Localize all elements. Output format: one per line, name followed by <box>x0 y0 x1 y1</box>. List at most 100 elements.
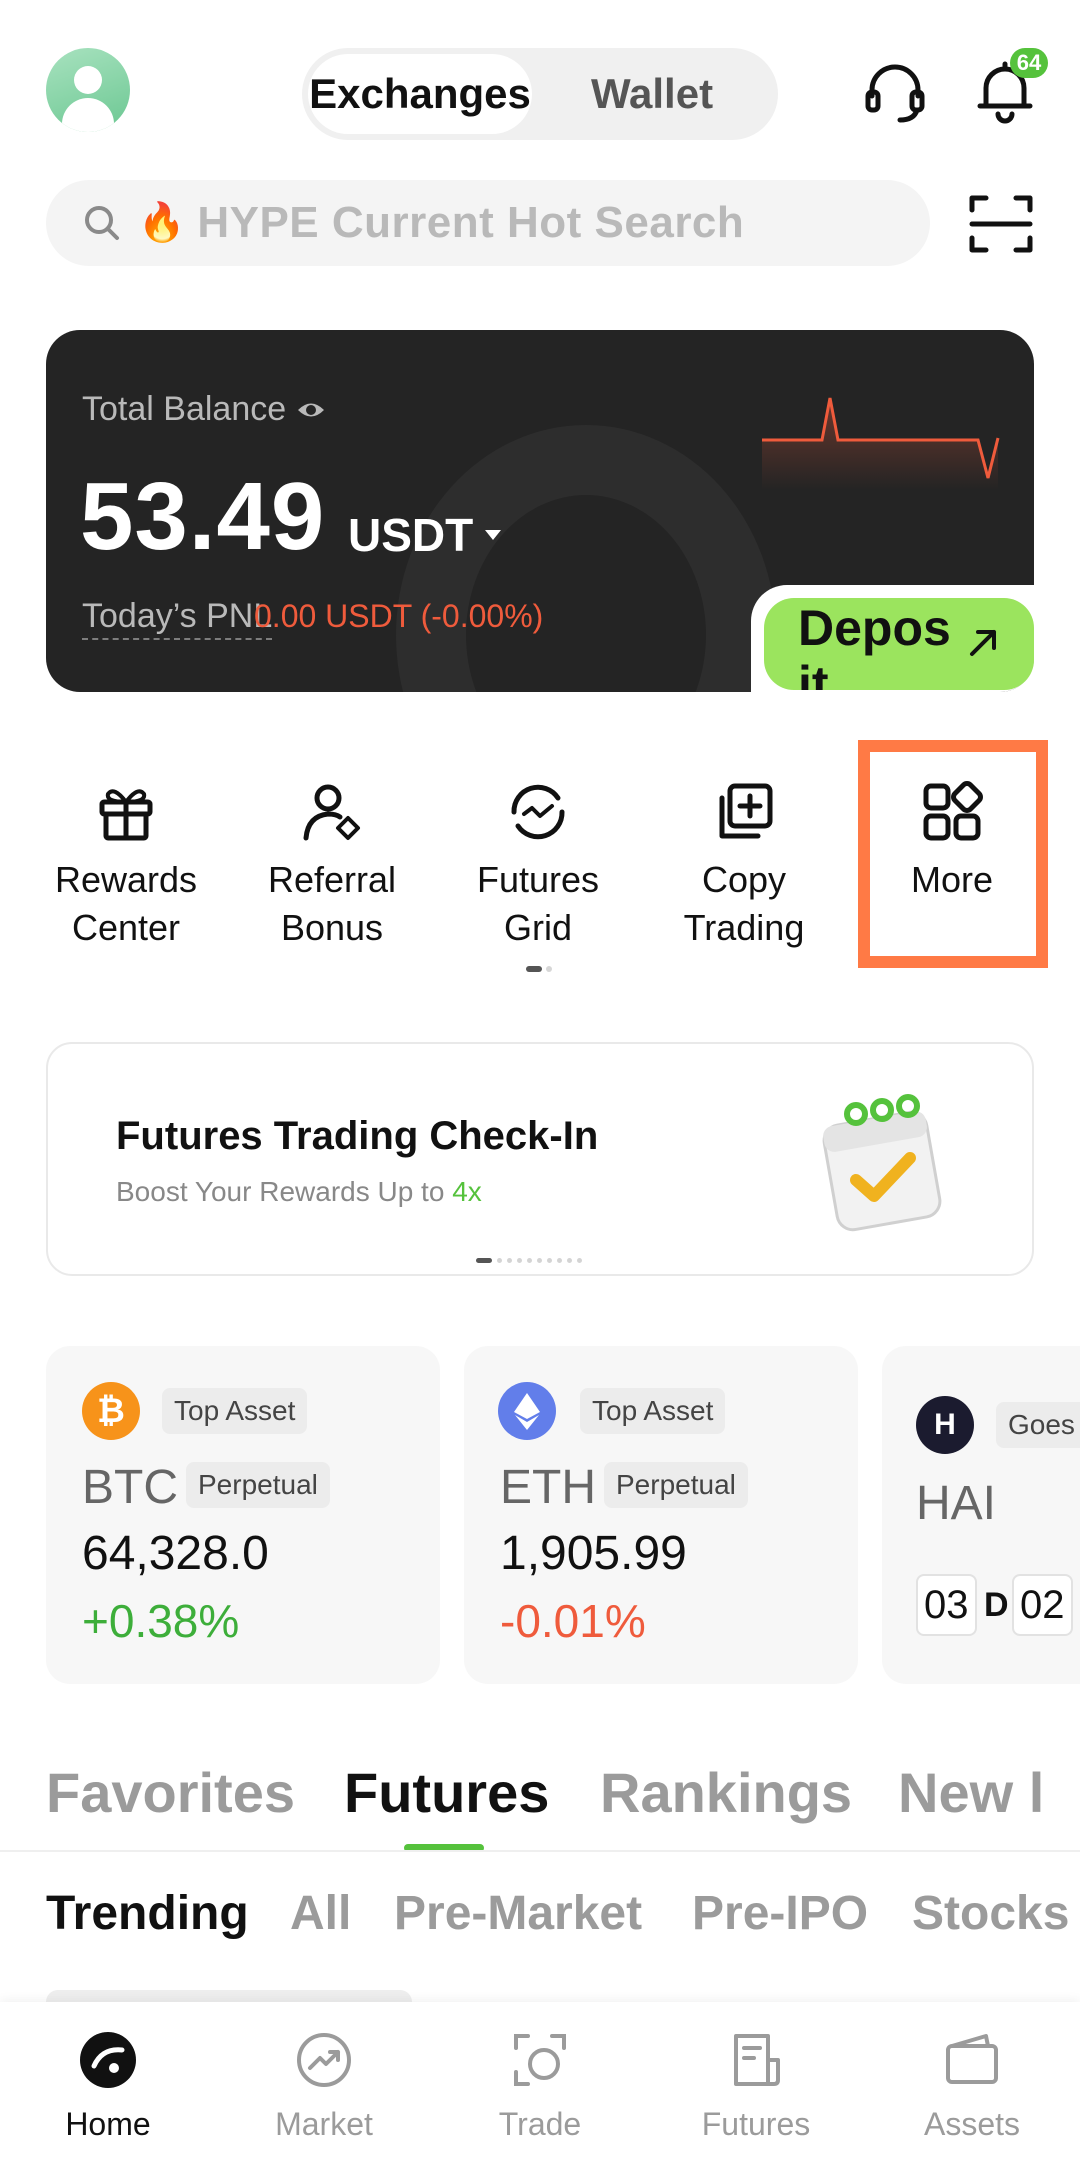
profile-avatar[interactable] <box>46 48 130 132</box>
scan-icon[interactable] <box>968 192 1034 256</box>
banner-dot <box>577 1258 582 1263</box>
nav-home[interactable]: Home <box>0 2030 216 2143</box>
asset-price: 64,328.0 <box>82 1527 269 1580</box>
tab-rankings[interactable]: Rankings <box>600 1760 852 1825</box>
subtab-pre-ipo[interactable]: Pre-IPO <box>692 1886 868 1941</box>
referral-icon <box>303 784 360 841</box>
banner-subtitle-highlight: 4x <box>452 1176 482 1207</box>
fire-icon: 🔥 <box>138 202 186 244</box>
asset-change: +0.38% <box>82 1595 240 1647</box>
banner-dot <box>547 1258 552 1263</box>
banner-dot <box>557 1258 562 1263</box>
list-content-peek <box>46 1990 412 2002</box>
nav-label: Home <box>65 2106 151 2142</box>
ethereum-icon <box>514 1393 540 1430</box>
tab-exchanges[interactable]: Exchanges <box>308 54 532 134</box>
quick-action-rewards-center[interactable]: Rewards Center <box>26 780 226 960</box>
hai-coin-icon: H <box>916 1396 974 1454</box>
subtab-pre-market[interactable]: Pre-Market <box>394 1886 642 1941</box>
banner-title: Futures Trading Check-In <box>116 1114 599 1158</box>
asset-tag: Top Asset <box>162 1388 308 1434</box>
total-balance-label: Total Balance <box>82 390 326 429</box>
tab-futures[interactable]: Futures <box>344 1760 549 1825</box>
nav-label: Trade <box>498 2106 582 2142</box>
quick-actions-pager <box>526 966 552 972</box>
tabs-divider <box>0 1850 1080 1852</box>
arrow-up-right-icon <box>970 630 996 656</box>
trade-icon <box>514 2034 566 2086</box>
balance-unit-select[interactable]: USDT <box>348 508 503 562</box>
quick-action-futures-grid[interactable]: Futures Grid <box>438 780 638 960</box>
quick-action-copy-trading[interactable]: Copy Trading <box>644 780 844 960</box>
nav-assets[interactable]: Assets <box>864 2030 1080 2143</box>
avatar-head <box>74 66 102 94</box>
subtab-trending[interactable]: Trending <box>46 1886 249 1941</box>
nav-trade[interactable]: Trade <box>432 2030 648 2143</box>
search-bar[interactable]: 🔥 HYPE Current Hot Search <box>46 180 930 266</box>
total-balance-text: Total Balance <box>82 390 287 428</box>
asset-symbol: HAI <box>916 1477 997 1530</box>
grid-bot-icon <box>511 784 565 840</box>
tab-favorites[interactable]: Favorites <box>46 1760 295 1825</box>
banner-pager <box>476 1258 582 1263</box>
subtab-stocks[interactable]: Stocks <box>912 1886 1069 1941</box>
calendar-check-icon <box>822 1094 942 1232</box>
quick-action-label: Futures Grid <box>476 859 600 948</box>
avatar-body <box>62 98 114 132</box>
asset-price: 1,905.99 <box>500 1527 687 1580</box>
search-icon <box>85 206 119 240</box>
balance-sparkline <box>762 397 1000 490</box>
quick-action-label: Referral Bonus <box>267 859 397 948</box>
countdown-days: 03 <box>916 1574 977 1636</box>
banner-dot <box>497 1258 502 1263</box>
apps-icon <box>923 781 983 841</box>
banner-dot <box>537 1258 542 1263</box>
support-headset-icon[interactable] <box>862 60 928 126</box>
deposit-button[interactable]: Deposit <box>764 598 1034 690</box>
banner-dot <box>527 1258 532 1263</box>
home-logo-icon <box>80 2032 136 2088</box>
pager-dot-active <box>526 966 542 972</box>
banner-dot <box>567 1258 572 1263</box>
tab-wallet[interactable]: Wallet <box>538 54 766 134</box>
nav-market[interactable]: Market <box>216 2030 432 2143</box>
asset-change: -0.01% <box>500 1595 646 1647</box>
quick-action-referral-bonus[interactable]: Referral Bonus <box>232 780 432 960</box>
nav-label: Market <box>275 2106 373 2142</box>
wallet-icon <box>946 2034 998 2084</box>
banner-subtitle-text: Boost Your Rewards Up to <box>116 1176 453 1207</box>
subtab-all[interactable]: All <box>290 1886 351 1941</box>
quick-action-label: Copy Trading <box>683 859 805 948</box>
banner-subtitle: Boost Your Rewards Up to 4x <box>116 1176 482 1208</box>
search-placeholder: HYPE Current Hot Search <box>197 198 745 247</box>
countdown-hours: 02 <box>1012 1574 1073 1636</box>
tab-new[interactable]: New l <box>898 1760 1044 1825</box>
btc-coin-icon: ₿ <box>82 1382 140 1440</box>
deposit-label: Deposit <box>798 600 951 690</box>
asset-type-tag: Perpetual <box>604 1462 748 1508</box>
nav-futures[interactable]: Futures <box>648 2030 864 2143</box>
notification-badge: 64 <box>1010 48 1048 78</box>
eth-coin-icon <box>498 1382 556 1440</box>
quick-action-label: More <box>910 859 994 900</box>
asset-type-tag: Perpetual <box>186 1462 330 1508</box>
asset-symbol: ETH <box>500 1461 596 1514</box>
today-pnl-value: 0.00 USDT (-0.00%) <box>254 598 544 634</box>
futures-icon <box>734 2034 780 2086</box>
hai-logo-glyph: H <box>934 1408 956 1441</box>
nav-label: Assets <box>923 2106 1021 2142</box>
banner-dot <box>507 1258 512 1263</box>
quick-action-more[interactable]: More <box>852 780 1052 960</box>
gift-icon <box>99 789 153 841</box>
countdown-day-unit: D <box>984 1586 1009 1624</box>
eye-icon[interactable] <box>296 399 326 421</box>
asset-symbol: BTC <box>82 1461 178 1514</box>
pager-dot <box>546 966 552 972</box>
today-pnl-label[interactable]: Today’s PNL <box>82 597 273 640</box>
banner-dot-active <box>476 1258 492 1263</box>
total-balance-value: 53.49 <box>80 463 326 570</box>
quick-action-label: Rewards Center <box>54 859 198 948</box>
caret-down-icon <box>485 530 502 540</box>
asset-tag: Goes <box>996 1402 1080 1448</box>
banner-dot <box>517 1258 522 1263</box>
